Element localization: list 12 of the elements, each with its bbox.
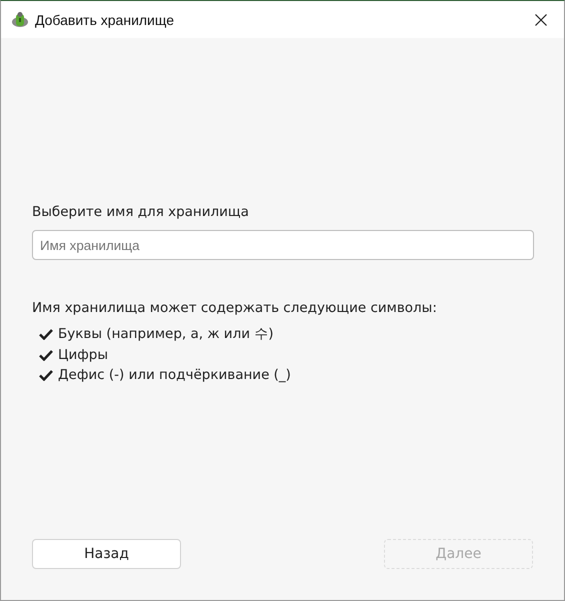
check-icon — [39, 348, 53, 361]
check-icon — [39, 328, 53, 340]
close-icon — [535, 14, 547, 26]
window-title: Добавить хранилище — [35, 12, 176, 28]
rule-text: Дефис (-) или подчёркивание (_) — [58, 367, 291, 384]
name-input-field[interactable]: Имя хранилища — [32, 230, 534, 260]
back-button[interactable]: Назад — [32, 539, 181, 569]
check-icon — [39, 369, 53, 382]
rules-heading: Имя хранилища может содержать следующие символы: — [32, 300, 438, 316]
rule-text: Цифры — [58, 346, 108, 363]
rule-text: Буквы (например, а, ж или 수) — [58, 325, 274, 344]
field-label: Выберите имя для хранилища — [32, 204, 250, 220]
